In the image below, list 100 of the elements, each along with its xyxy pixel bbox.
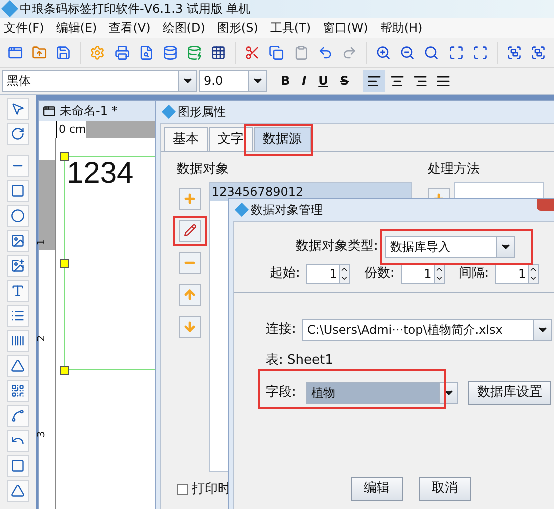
menu-item[interactable]: 编辑(E)	[56, 19, 98, 37]
checkbox[interactable]	[177, 484, 188, 495]
number-spinner[interactable]: 1	[306, 264, 350, 284]
align-left-button[interactable]	[363, 70, 386, 92]
spin-down-icon	[434, 274, 444, 283]
menu-item[interactable]: 窗口(W)	[323, 19, 368, 37]
justify-icon[interactable]	[436, 74, 452, 88]
field-label: 连接:	[266, 321, 296, 340]
menu-item[interactable]: 图形(S)	[217, 19, 258, 37]
cut-icon[interactable]	[245, 44, 260, 60]
tool-button[interactable]	[7, 355, 29, 377]
printer-icon[interactable]	[114, 44, 130, 60]
menu-item[interactable]: 查看(V)	[109, 19, 151, 37]
spin-down-icon	[529, 274, 538, 283]
tool-button[interactable]	[7, 205, 29, 227]
plus-icon	[183, 192, 197, 206]
ruler-label: 0 cm	[56, 121, 86, 138]
tool-button[interactable]	[7, 230, 29, 252]
group-icon[interactable]	[506, 44, 522, 60]
tool-button[interactable]	[7, 330, 29, 352]
menu-item[interactable]: 工具(T)	[270, 19, 312, 37]
copy-icon[interactable]	[269, 44, 285, 60]
document-icon	[43, 104, 56, 118]
list-item[interactable]: 123456789012	[210, 182, 411, 200]
letter-icon	[11, 284, 25, 298]
align-center-icon[interactable]	[390, 74, 406, 88]
window-title: 中琅条码标签打印软件-V6.1.3 试用版 单机	[20, 1, 251, 18]
tab[interactable]: 基本	[164, 127, 208, 151]
tool-button[interactable]	[7, 455, 29, 477]
tool-button[interactable]	[7, 305, 29, 327]
menu-item[interactable]: 文件(F)	[4, 19, 44, 37]
barcode-number: 1234	[66, 157, 135, 191]
menu-item[interactable]: 绘图(D)	[162, 19, 206, 37]
group-label: 处理方法	[428, 161, 481, 179]
tool-button[interactable]	[7, 380, 29, 402]
style-button[interactable]: S	[340, 72, 350, 90]
field-label: 起始:	[270, 265, 300, 284]
rotate-icon	[11, 127, 25, 141]
tool-button[interactable]	[7, 280, 29, 302]
field-label: 字段:	[266, 384, 296, 402]
number-spinner[interactable]: 1	[495, 264, 540, 284]
tab[interactable]: 数据源	[254, 127, 311, 151]
qr-code-icon	[11, 384, 25, 398]
font-dropdown[interactable]: 黑体	[2, 70, 197, 92]
fit-icon[interactable]	[448, 44, 464, 60]
zoom-out-icon[interactable]	[400, 44, 416, 60]
spin-down-icon	[340, 274, 350, 283]
preview-icon[interactable]	[138, 44, 154, 60]
spin-up-icon	[340, 265, 350, 274]
ruler-number: 1	[36, 239, 49, 246]
triangle-icon	[11, 484, 25, 498]
database-settings-button[interactable]: 数据库设置	[468, 380, 552, 404]
zoom-icon[interactable]	[424, 44, 440, 60]
text-lines-icon	[11, 309, 25, 323]
connection-dropdown[interactable]: C:\Users\Admi···top\植物简介.xlsx	[302, 319, 552, 341]
ellipse-icon	[11, 209, 25, 223]
dialog-title: 数据对象管理	[251, 202, 323, 219]
tool-button[interactable]	[7, 480, 29, 502]
tool-button[interactable]	[7, 98, 29, 120]
field-dropdown[interactable]: 植物	[306, 382, 458, 404]
field-label: 数据对象类型:	[296, 238, 378, 256]
rounded-rect-icon	[11, 184, 25, 198]
type-dropdown[interactable]: 数据库导入	[385, 236, 516, 258]
spin-up-icon	[434, 265, 444, 274]
grid-icon[interactable]	[211, 44, 226, 60]
database-check-icon[interactable]	[187, 44, 202, 60]
database-icon[interactable]	[162, 44, 178, 60]
pointer-icon	[11, 102, 25, 116]
dialog-button[interactable]: 编辑	[351, 476, 403, 500]
style-button[interactable]: I	[302, 72, 307, 90]
resize-handle[interactable]	[60, 366, 69, 375]
field-label: 间隔:	[458, 265, 490, 284]
ungroup-icon[interactable]	[530, 44, 546, 60]
style-button[interactable]: B	[281, 72, 290, 90]
align-right-icon[interactable]	[413, 74, 428, 88]
tool-button[interactable]	[7, 255, 29, 277]
save-icon[interactable]	[56, 44, 72, 60]
menu-item[interactable]: 帮助(H)	[380, 19, 423, 37]
ruler-number: 2	[36, 335, 49, 342]
resize-handle[interactable]	[60, 259, 69, 268]
style-button[interactable]: U	[318, 72, 328, 90]
undo-icon[interactable]	[318, 44, 333, 60]
full-icon[interactable]	[472, 44, 488, 60]
tool-button[interactable]	[7, 405, 29, 427]
tool-button[interactable]	[7, 430, 29, 452]
ruler-number: 3	[36, 431, 49, 438]
tool-button[interactable]	[7, 123, 29, 145]
number-spinner[interactable]: 1	[400, 264, 445, 284]
size-dropdown[interactable]: 9.0	[199, 70, 267, 92]
table-label: 表: Sheet1	[266, 352, 334, 370]
tool-button[interactable]	[7, 180, 29, 202]
window-icon[interactable]	[8, 44, 24, 60]
edit-button[interactable]	[179, 220, 201, 242]
resize-handle[interactable]	[60, 152, 69, 161]
tab[interactable]: 文字	[209, 127, 253, 151]
open-folder-icon[interactable]	[32, 44, 48, 60]
barcode-icon	[11, 334, 25, 348]
dialog-button[interactable]: 取消	[419, 476, 471, 500]
zoom-in-icon[interactable]	[376, 44, 392, 60]
pencil-icon	[184, 224, 196, 237]
